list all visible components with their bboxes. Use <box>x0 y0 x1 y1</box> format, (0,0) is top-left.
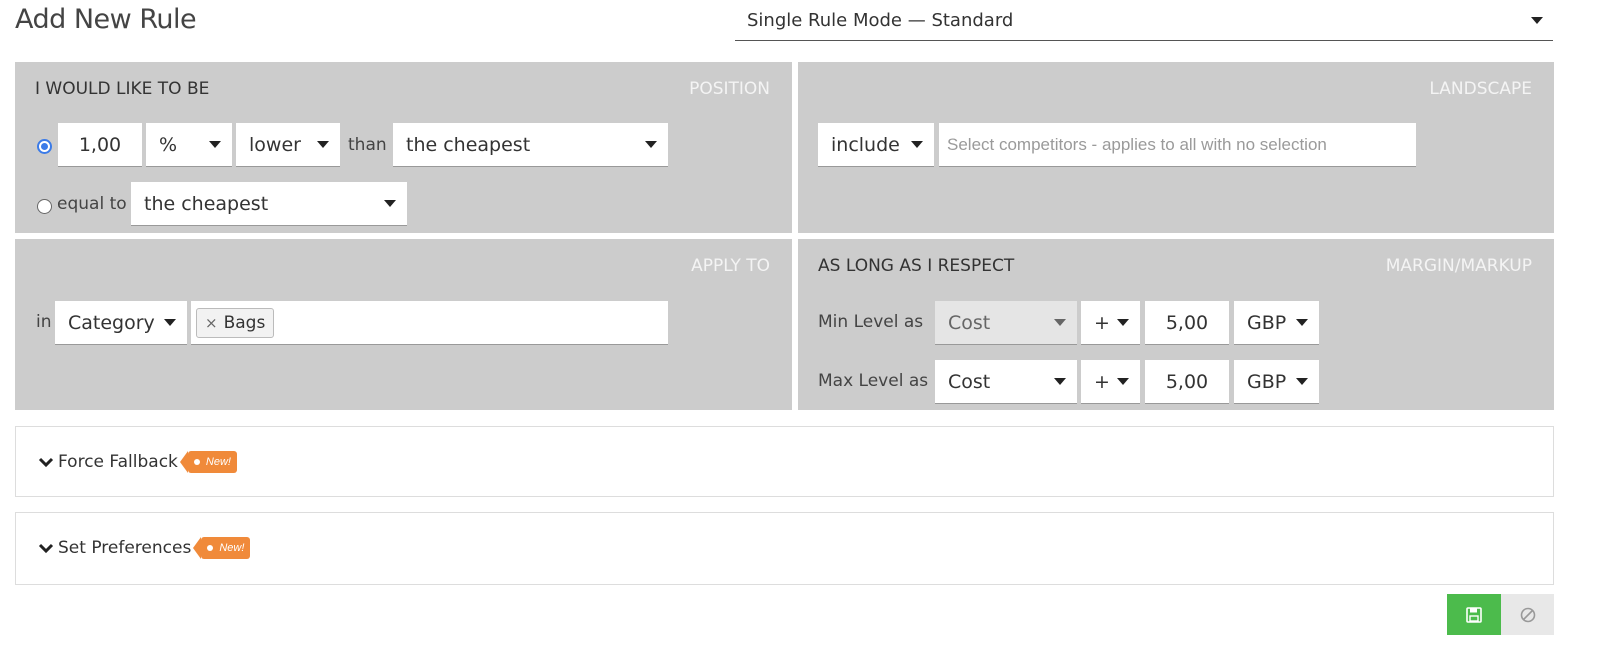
caret-down-icon <box>209 141 221 148</box>
min-basis-value: Cost <box>948 312 991 334</box>
include-value: include <box>831 134 900 156</box>
caret-down-icon <box>911 141 923 148</box>
rule-mode-select[interactable]: Single Rule Mode — Standard <box>735 6 1553 41</box>
position-panel: I WOULD LIKE TO BE POSITION 1,00 % lower… <box>15 62 792 233</box>
caret-down-icon <box>1296 319 1308 326</box>
max-operator-select[interactable]: + <box>1081 360 1140 404</box>
caret-down-icon <box>1296 378 1308 385</box>
prohibited-icon <box>1520 607 1535 622</box>
caret-down-icon <box>1117 378 1129 385</box>
max-basis-select[interactable]: Cost <box>935 360 1077 404</box>
remove-tag-icon[interactable]: × <box>205 314 218 332</box>
than-target-value: the cheapest <box>406 134 531 156</box>
floppy-disk-icon <box>1466 606 1482 623</box>
relative-position-radio[interactable] <box>37 139 52 154</box>
force-fallback-toggle[interactable]: Force Fallback New! <box>38 451 237 473</box>
max-level-label: Max Level as <box>818 371 929 391</box>
equal-to-label: equal to <box>57 194 127 214</box>
min-basis-select[interactable]: Cost <box>935 301 1077 345</box>
margin-panel-tag: MARGIN/MARKUP <box>1385 256 1532 276</box>
page-title: Add New Rule <box>15 4 197 35</box>
unit-value: % <box>159 134 178 156</box>
max-basis-value: Cost <box>948 371 991 393</box>
chevron-down-icon <box>38 457 54 468</box>
caret-down-icon <box>645 141 657 148</box>
equal-position-radio[interactable] <box>37 199 52 214</box>
caret-down-icon <box>317 141 329 148</box>
margin-panel-title: AS LONG AS I RESPECT <box>818 256 1015 276</box>
min-amount-input[interactable]: 5,00 <box>1145 301 1229 345</box>
set-preferences-label: Set Preferences <box>58 538 192 558</box>
direction-select[interactable]: lower <box>236 123 340 167</box>
force-fallback-accordion: Force Fallback New! <box>15 426 1554 497</box>
category-tags-input[interactable]: × Bags <box>191 301 668 345</box>
scope-select[interactable]: Category <box>55 301 187 345</box>
unit-select[interactable]: % <box>146 123 232 167</box>
max-amount-value: 5,00 <box>1165 371 1209 393</box>
set-preferences-accordion: Set Preferences New! <box>15 512 1554 585</box>
save-button[interactable] <box>1447 594 1501 635</box>
in-label: in <box>36 312 52 332</box>
apply-to-panel-tag: APPLY TO <box>691 256 770 276</box>
caret-down-icon <box>1054 319 1066 326</box>
min-operator-value: + <box>1094 312 1110 334</box>
min-currency-select[interactable]: GBP <box>1234 301 1319 345</box>
new-badge: New! <box>193 537 251 559</box>
chevron-down-icon <box>38 543 54 554</box>
max-currency-value: GBP <box>1247 371 1287 393</box>
landscape-panel: LANDSCAPE include Select competitors - a… <box>798 62 1554 233</box>
cancel-button[interactable] <box>1501 594 1554 635</box>
equal-target-value: the cheapest <box>144 193 269 215</box>
competitors-input[interactable]: Select competitors - applies to all with… <box>939 123 1416 167</box>
min-currency-value: GBP <box>1247 312 1287 334</box>
min-operator-select[interactable]: + <box>1081 301 1140 345</box>
max-amount-input[interactable]: 5,00 <box>1145 360 1229 404</box>
max-currency-select[interactable]: GBP <box>1234 360 1319 404</box>
equal-target-select[interactable]: the cheapest <box>131 182 407 226</box>
direction-value: lower <box>249 134 301 156</box>
competitors-placeholder: Select competitors - applies to all with… <box>947 135 1327 154</box>
scope-value: Category <box>68 312 155 334</box>
force-fallback-label: Force Fallback <box>58 452 178 472</box>
apply-to-panel: APPLY TO in Category × Bags <box>15 239 792 410</box>
min-level-label: Min Level as <box>818 312 924 332</box>
caret-down-icon <box>1531 17 1543 24</box>
rule-mode-value: Single Rule Mode — Standard <box>747 10 1014 31</box>
category-tag-label: Bags <box>223 313 266 333</box>
caret-down-icon <box>1117 319 1129 326</box>
caret-down-icon <box>164 319 176 326</box>
landscape-panel-tag: LANDSCAPE <box>1429 79 1532 99</box>
position-panel-title: I WOULD LIKE TO BE <box>35 79 210 99</box>
than-target-select[interactable]: the cheapest <box>393 123 668 167</box>
set-preferences-toggle[interactable]: Set Preferences New! <box>38 537 251 559</box>
max-operator-value: + <box>1094 371 1110 393</box>
new-badge: New! <box>179 451 237 473</box>
amount-input[interactable]: 1,00 <box>58 123 142 167</box>
amount-value: 1,00 <box>78 134 122 156</box>
position-panel-tag: POSITION <box>689 79 770 99</box>
min-amount-value: 5,00 <box>1165 312 1209 334</box>
than-label: than <box>348 135 387 155</box>
margin-panel: AS LONG AS I RESPECT MARGIN/MARKUP Min L… <box>798 239 1554 410</box>
caret-down-icon <box>1054 378 1066 385</box>
include-select[interactable]: include <box>818 123 934 167</box>
caret-down-icon <box>384 200 396 207</box>
category-tag: × Bags <box>196 308 275 338</box>
